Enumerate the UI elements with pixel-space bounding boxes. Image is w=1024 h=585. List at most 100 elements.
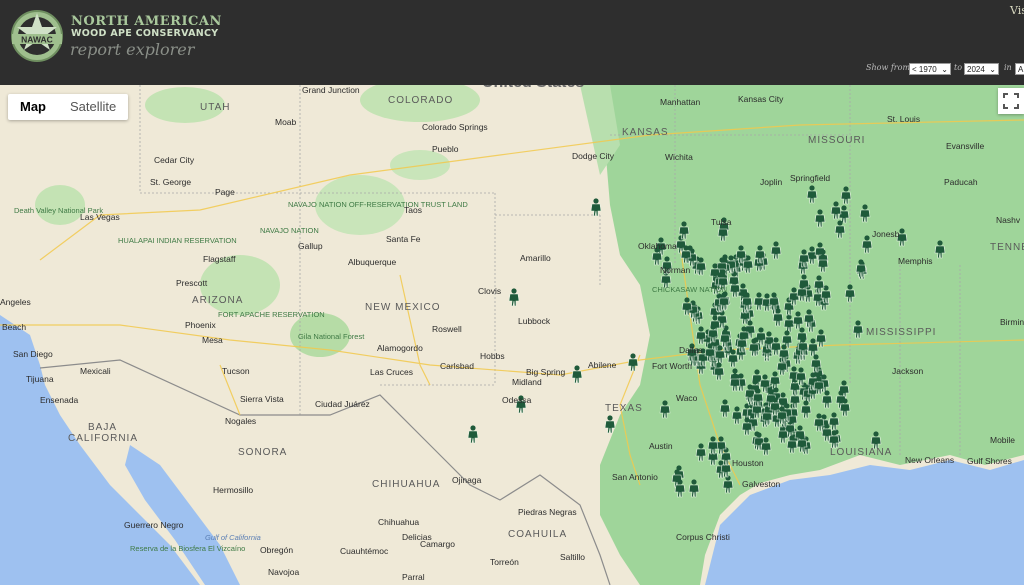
fullscreen-button[interactable] xyxy=(998,88,1024,114)
park-label: Gila National Forest xyxy=(298,332,365,341)
city-label: Torreón xyxy=(490,557,519,567)
city-label: Paducah xyxy=(944,177,978,187)
satellite-view-button[interactable]: Satellite xyxy=(58,94,128,120)
city-label: Camargo xyxy=(420,539,455,549)
state-label: TENNES xyxy=(990,242,1024,253)
park-label: CHICKASAW NATION xyxy=(652,285,727,294)
city-label: Mesa xyxy=(202,335,223,345)
state-label: TEXAS xyxy=(605,403,643,414)
fullscreen-icon xyxy=(1003,93,1019,109)
city-label: Waco xyxy=(676,393,698,403)
city-label: Las Cruces xyxy=(370,367,413,377)
city-label: Obregón xyxy=(260,545,293,555)
city-label: Cedar City xyxy=(154,155,195,165)
to-label: to xyxy=(954,63,963,72)
state-label: MISSOURI xyxy=(808,135,865,146)
state-label: COLORADO xyxy=(388,95,453,106)
city-label: Mobile xyxy=(990,435,1015,445)
country-label: United States xyxy=(482,85,584,91)
nav-link-visible[interactable]: Vis xyxy=(1010,4,1024,17)
state-label: UTAH xyxy=(200,102,230,113)
city-label: Albuquerque xyxy=(348,257,396,267)
city-label: Sierra Vista xyxy=(240,394,284,404)
city-label: San Diego xyxy=(13,349,53,359)
city-label: Chihuahua xyxy=(378,517,419,527)
map-type-toggle: Map Satellite xyxy=(8,94,129,120)
city-label: Saltillo xyxy=(560,552,585,562)
city-label: Nogales xyxy=(225,416,256,426)
brand-tagline: report explorer xyxy=(70,40,195,59)
chevron-down-icon: ⌄ xyxy=(989,65,996,74)
city-label: St. George xyxy=(150,177,191,187)
city-label: Navojoa xyxy=(268,567,299,577)
city-label: Galveston xyxy=(742,479,781,489)
nawac-logo[interactable]: NAWAC xyxy=(10,9,64,63)
city-label: Moab xyxy=(275,117,297,127)
top-header: NAWAC NORTH AMERICAN WOOD APE CONSERVANC… xyxy=(0,0,1024,85)
city-label: Memphis xyxy=(898,256,932,266)
region-select[interactable]: A xyxy=(1015,63,1024,75)
city-label: Tucson xyxy=(222,366,250,376)
city-label: Big Spring xyxy=(526,367,565,377)
state-label: ARIZONA xyxy=(192,295,243,306)
in-label: in xyxy=(1004,63,1012,72)
state-label: MISSISSIPPI xyxy=(866,327,936,338)
city-label: Hermosillo xyxy=(213,485,253,495)
city-label: Angeles xyxy=(0,297,31,307)
city-label: San Antonio xyxy=(612,472,658,482)
city-label: Grand Junction xyxy=(302,85,360,95)
state-label: BAJA xyxy=(88,422,117,433)
city-label: Santa Fe xyxy=(386,234,421,244)
city-label: Tijuana xyxy=(26,374,54,384)
brand-title: NORTH AMERICAN xyxy=(71,14,222,29)
show-from-label: Show from xyxy=(866,63,911,72)
city-label: Kansas City xyxy=(738,94,784,104)
city-label: Hobbs xyxy=(480,351,505,361)
city-label: Midland xyxy=(512,377,542,387)
city-label: Page xyxy=(215,187,235,197)
city-label: Gulf Shores xyxy=(967,456,1012,466)
city-label: Fort Worth xyxy=(652,361,692,371)
chevron-down-icon: ⌄ xyxy=(941,65,948,74)
city-label: Flagstaff xyxy=(203,254,236,264)
state-label: CALIFORNIA xyxy=(68,433,138,444)
city-label: Lubbock xyxy=(518,316,551,326)
brand-subtitle: WOOD APE CONSERVANCY xyxy=(71,28,219,39)
city-label: Springfield xyxy=(790,173,830,183)
city-label: Norman xyxy=(660,265,691,275)
map-svg[interactable]: UTAH COLORADO KANSAS MISSOURI ARIZONA NEW MEX… xyxy=(0,85,1024,585)
city-label: Roswell xyxy=(432,324,462,334)
city-label: Guerrero Negro xyxy=(124,520,184,530)
map-canvas[interactable]: UTAH COLORADO KANSAS MISSOURI ARIZONA NEW MEX… xyxy=(0,85,1024,585)
park-label: FORT APACHE RESERVATION xyxy=(218,310,325,319)
map-view-button[interactable]: Map xyxy=(8,94,58,120)
park-label: Gulf of California xyxy=(205,533,261,542)
city-label: Beach xyxy=(2,322,26,332)
city-label: Jackson xyxy=(892,366,923,376)
park-label: Reserva de la Biosfera El Vizcaíno xyxy=(130,544,245,553)
city-label: Carlsbad xyxy=(440,361,474,371)
city-label: Tulsa xyxy=(711,217,732,227)
city-label: Dallas xyxy=(679,345,703,355)
to-year-select[interactable]: 2024 ⌄ xyxy=(964,63,999,75)
city-label: Parral xyxy=(402,572,425,582)
park-label: HUALAPAI INDIAN RESERVATION xyxy=(118,236,237,245)
city-label: Joplin xyxy=(760,177,782,187)
city-label: Nashv xyxy=(996,215,1021,225)
city-label: St. Louis xyxy=(887,114,920,124)
city-label: Gallup xyxy=(298,241,323,251)
city-label: Jonesb xyxy=(872,229,900,239)
city-label: Houston xyxy=(732,458,764,468)
city-label: New Orleans xyxy=(905,455,954,465)
city-label: Piedras Negras xyxy=(518,507,577,517)
from-year-select[interactable]: < 1970 ⌄ xyxy=(909,63,951,75)
city-label: Pueblo xyxy=(432,144,459,154)
city-label: Abilene xyxy=(588,360,617,370)
city-label: Oklahoma xyxy=(638,241,677,251)
state-label: LOUISIANA xyxy=(830,447,892,458)
city-label: Austin xyxy=(649,441,673,451)
city-label: Amarillo xyxy=(520,253,551,263)
city-label: Ojinaga xyxy=(452,475,482,485)
city-label: Ciudad Juárez xyxy=(315,399,370,409)
state-label: NEW MEXICO xyxy=(365,302,441,313)
